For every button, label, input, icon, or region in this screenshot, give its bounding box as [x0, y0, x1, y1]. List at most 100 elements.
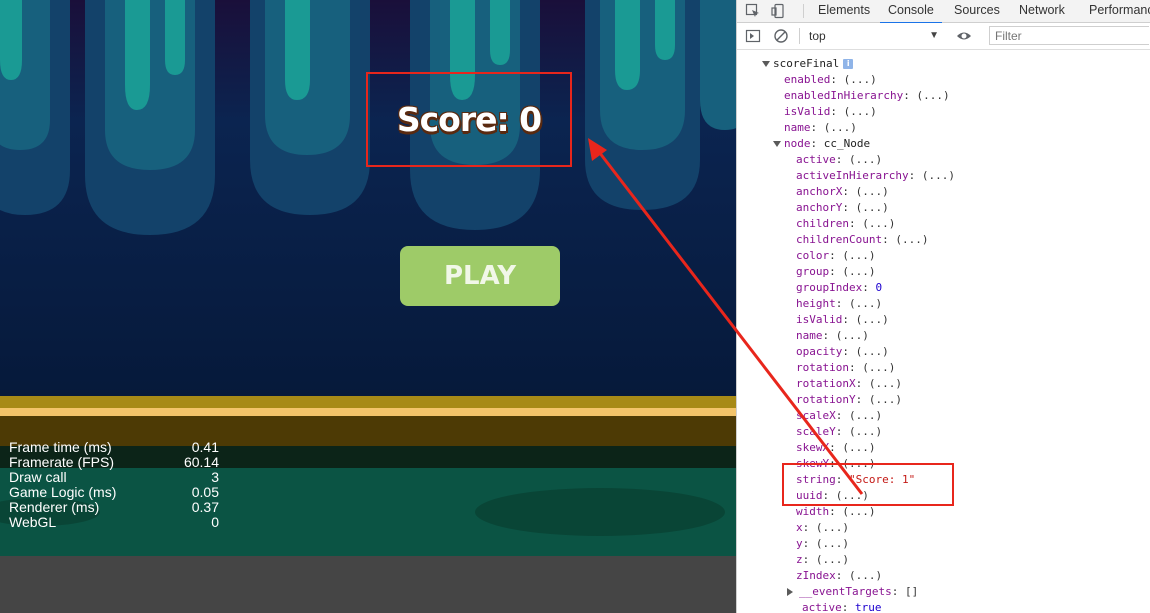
property-key: color [796, 249, 830, 262]
stat-value: 60.14 [183, 454, 219, 470]
property-key: x [796, 521, 803, 534]
tree-row: group: (...) [737, 264, 1150, 280]
tree-row: x: (...) [737, 520, 1150, 536]
property-separator: : [862, 281, 876, 294]
context-select[interactable]: top ▼ [809, 27, 939, 45]
property-key: y [796, 537, 803, 550]
property-separator: : [842, 313, 856, 326]
property-value: (...) [835, 489, 869, 502]
property-value: (...) [815, 521, 849, 534]
tree-row[interactable]: scoreFinal i [737, 56, 1150, 72]
toolbar-divider [803, 4, 804, 18]
tree-row[interactable]: node: cc_Node [737, 136, 1150, 152]
stat-row: Frame time (ms) 0.41 [9, 440, 219, 455]
tab-sources[interactable]: Sources [954, 0, 1000, 22]
clear-console-icon[interactable] [773, 28, 789, 44]
toolbar-divider [799, 28, 800, 44]
stat-value: 3 [211, 469, 219, 485]
property-key: isValid [784, 105, 831, 118]
property-separator: : [835, 425, 849, 438]
property-value: true [855, 601, 882, 613]
game-canvas[interactable]: Score: 0 PLAY Frame time (ms) 0.41 Framera… [0, 0, 736, 613]
tree-row: height: (...) [737, 296, 1150, 312]
dropdown-arrow-icon: ▼ [929, 30, 939, 41]
property-key: group [796, 265, 830, 278]
property-value: (...) [868, 393, 902, 406]
tree-row: isValid: (...) [737, 312, 1150, 328]
console-object-tree: scoreFinal i enabled: (...) enabledInHierar… [737, 56, 1150, 613]
filter-input[interactable] [989, 26, 1149, 45]
property-key: childrenCount [796, 233, 883, 246]
property-separator: : [835, 473, 849, 486]
tree-row: string: "Score: 1" [737, 472, 1150, 488]
console-toolbar: top ▼ [737, 23, 1150, 50]
tree-row: skewX: (...) [737, 440, 1150, 456]
property-separator: : [802, 537, 816, 550]
property-separator: : [829, 441, 843, 454]
show-drawer-icon[interactable] [745, 28, 761, 44]
stat-value: 0.41 [191, 439, 219, 455]
property-key: rotation [796, 361, 849, 374]
property-value: (...) [842, 441, 876, 454]
property-key: children [796, 217, 849, 230]
tree-row: color: (...) [737, 248, 1150, 264]
stat-row: Renderer (ms) 0.37 [9, 500, 219, 515]
stat-label: Framerate (FPS) [9, 454, 115, 470]
tab-elements[interactable]: Elements [818, 0, 870, 22]
property-separator: : [903, 89, 917, 102]
property-separator: : [855, 393, 869, 406]
property-key: width [796, 505, 830, 518]
property-key: enabledInHierarchy [784, 89, 904, 102]
property-separator: : [830, 105, 844, 118]
property-value: (...) [849, 569, 883, 582]
property-value: (...) [815, 553, 849, 566]
tree-row: active: true [737, 600, 1150, 613]
property-separator: : [830, 73, 844, 86]
stat-value: 0.05 [191, 484, 219, 500]
stat-label: Frame time (ms) [9, 439, 112, 455]
tab-performance[interactable]: Performance [1089, 0, 1150, 22]
property-key: node [784, 137, 811, 150]
tree-row[interactable]: __eventTargets: [] [737, 584, 1150, 600]
expand-arrow-right-icon [787, 588, 793, 596]
eye-icon[interactable] [956, 28, 972, 44]
stat-label: Game Logic (ms) [9, 484, 117, 500]
tree-row: y: (...) [737, 536, 1150, 552]
stat-row: Game Logic (ms) 0.05 [9, 485, 219, 500]
property-separator: : [855, 377, 869, 390]
property-type: cc_Node [823, 137, 871, 150]
tree-row: name: (...) [737, 328, 1150, 344]
stat-label: Draw call [9, 469, 67, 485]
property-value: (...) [855, 313, 889, 326]
property-key: activeInHierarchy [796, 169, 909, 182]
property-key: zIndex [796, 569, 836, 582]
tab-network[interactable]: Network [1019, 0, 1065, 22]
tab-elements-label: Elements [818, 3, 871, 17]
device-toolbar-icon[interactable] [771, 3, 787, 19]
property-value: "Score: 1" [849, 473, 916, 486]
devtools-tabbar: Elements Console Sources Network Perform… [737, 0, 1150, 24]
property-key: scaleY [796, 425, 836, 438]
property-key: enabled [784, 73, 831, 86]
score-label: Score: 0 [396, 99, 542, 139]
inspect-element-icon[interactable] [745, 3, 761, 19]
property-value: (...) [842, 505, 876, 518]
stat-row: WebGL 0 [9, 515, 219, 530]
tab-console[interactable]: Console [880, 0, 942, 24]
property-separator: : [829, 249, 843, 262]
property-separator: : [841, 601, 855, 613]
tree-row: scaleY: (...) [737, 424, 1150, 440]
tab-performance-label: Performance [1089, 3, 1150, 17]
property-key: height [796, 297, 836, 310]
play-button[interactable]: PLAY [400, 246, 560, 306]
property-value: (...) [849, 297, 883, 310]
tree-row: skewY: (...) [737, 456, 1150, 472]
debug-stats-panel: Frame time (ms) 0.41 Framerate (FPS) 60.14 D… [9, 440, 219, 530]
tree-row: scaleX: (...) [737, 408, 1150, 424]
property-value: (...) [849, 153, 883, 166]
expand-triangle-icon [762, 61, 770, 67]
property-value: 0 [875, 281, 883, 294]
property-key: uuid [796, 489, 823, 502]
property-key: isValid [796, 313, 843, 326]
property-key: name [784, 121, 811, 134]
